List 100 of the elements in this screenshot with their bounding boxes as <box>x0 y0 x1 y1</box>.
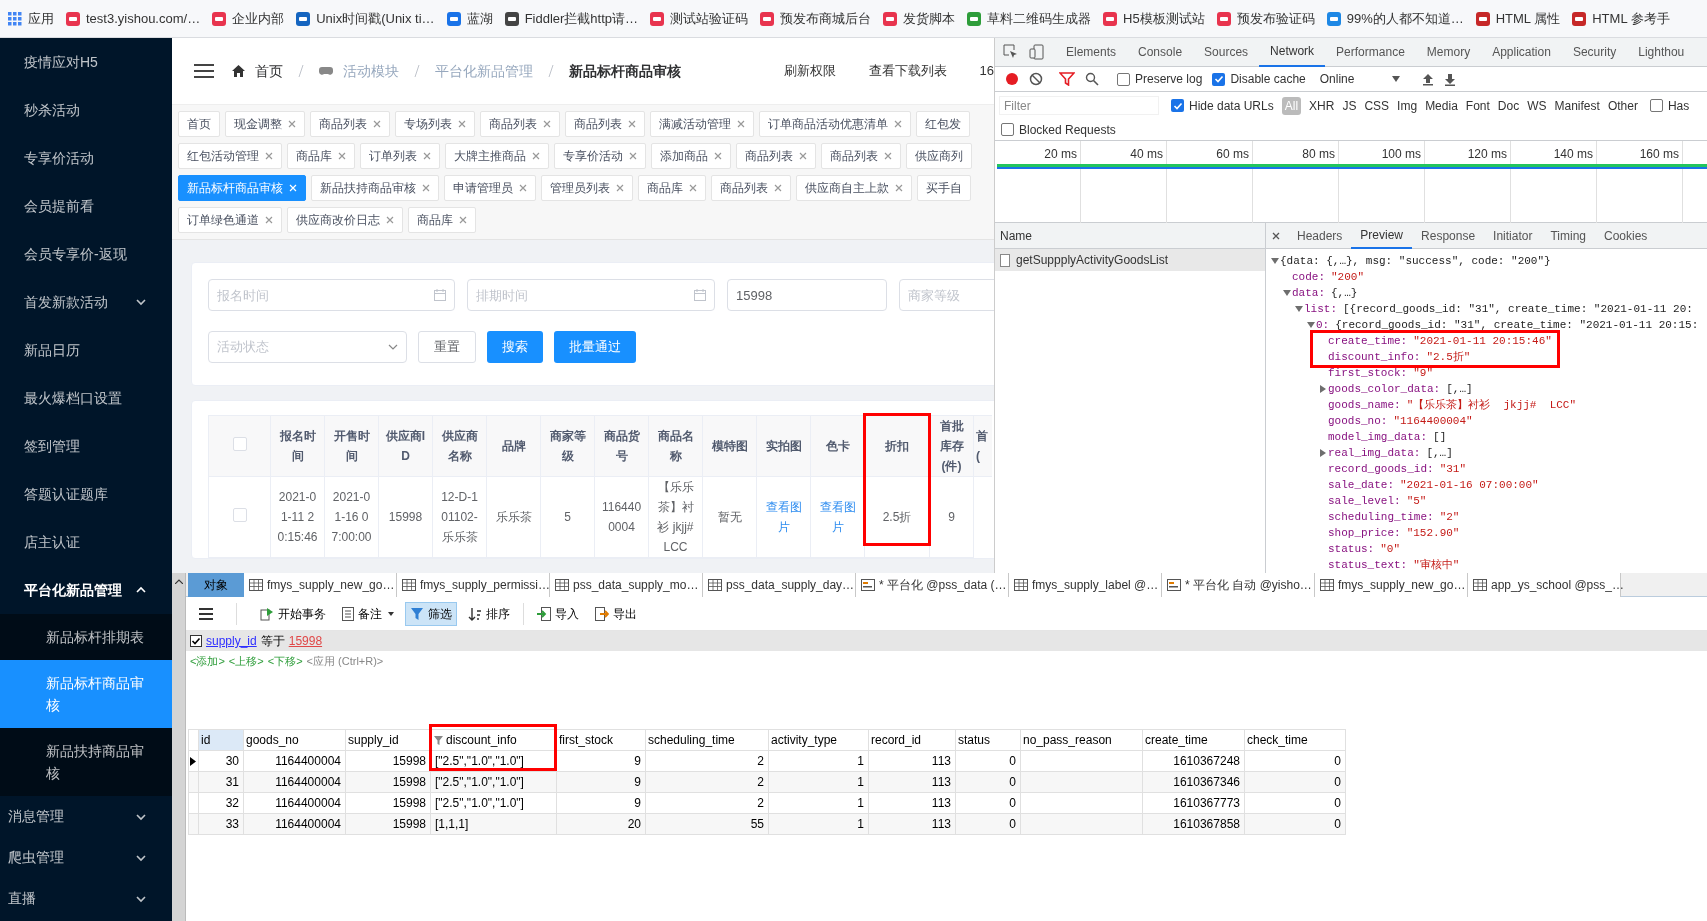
collapse-icon[interactable] <box>174 579 183 584</box>
detail-tab[interactable]: Headers <box>1288 222 1352 249</box>
page-tab[interactable]: 商品列表 <box>736 143 816 169</box>
editor-tab[interactable]: fmys_supply_permissi… <box>397 573 550 597</box>
page-tab[interactable]: 买手自 <box>917 175 971 201</box>
page-tab[interactable]: 商品库 <box>638 175 706 201</box>
page-tab[interactable]: 商品库 <box>287 143 355 169</box>
header-link[interactable]: 查看下载列表 <box>868 61 947 81</box>
page-tab[interactable]: 专享价活动 <box>554 143 646 169</box>
inspect-icon[interactable] <box>1003 44 1019 60</box>
close-icon[interactable] <box>1272 231 1280 240</box>
detail-tab[interactable]: Timing <box>1541 222 1595 249</box>
input-field[interactable]: 商家等级 <box>899 279 994 311</box>
editor-tab[interactable]: 对象 <box>188 573 244 597</box>
sidebar-item[interactable]: 直播 <box>0 878 172 919</box>
close-icon[interactable] <box>265 216 273 224</box>
disclosure-triangle-icon[interactable] <box>1318 448 1328 458</box>
action-link[interactable]: <添加> <box>190 652 225 670</box>
sidebar-item[interactable]: 签到管理 <box>0 422 172 470</box>
type-filter[interactable]: Doc <box>1497 96 1520 115</box>
action-link[interactable]: <上移> <box>228 652 264 670</box>
close-icon[interactable] <box>373 120 381 128</box>
close-icon[interactable] <box>737 120 745 128</box>
disclosure-triangle-icon[interactable] <box>1306 320 1316 330</box>
type-filter[interactable]: JS <box>1342 96 1357 115</box>
page-tab[interactable]: 商品库 <box>408 207 476 233</box>
panel-tab[interactable]: Elements <box>1055 38 1128 67</box>
submenu-item[interactable]: 新品扶持商品审核 <box>0 728 172 796</box>
disclosure-triangle-icon[interactable] <box>1294 304 1304 314</box>
page-tab[interactable]: 供应商改价日志 <box>287 207 403 233</box>
type-filter[interactable]: Other <box>1607 96 1638 115</box>
page-tab[interactable]: 现金调整 <box>225 111 305 137</box>
sidebar-item[interactable]: 秒杀活动 <box>0 86 172 134</box>
page-tab[interactable]: 专场列表 <box>395 111 475 137</box>
panel-tab[interactable]: Sources <box>1193 38 1260 67</box>
editor-tab[interactable]: * 平台化 @pss_data (… <box>856 573 1009 597</box>
sidebar-item[interactable]: 新品日历 <box>0 326 172 374</box>
type-filter[interactable]: Img <box>1397 96 1418 115</box>
disclosure-triangle-icon[interactable] <box>1270 256 1280 266</box>
page-tab[interactable]: 大牌主推商品 <box>445 143 549 169</box>
bookmark[interactable]: 草料二维码生成器 <box>961 4 1097 33</box>
checkbox[interactable] <box>1001 123 1014 136</box>
toolbar-button[interactable]: 导入 <box>532 601 584 626</box>
bookmark[interactable]: 99%的人都不知道… <box>1320 4 1469 33</box>
close-icon[interactable] <box>543 120 551 128</box>
panel-tab[interactable]: Security <box>1561 38 1628 67</box>
bookmark[interactable]: 测试站验证码 <box>644 4 754 33</box>
panel-tab[interactable]: Console <box>1127 38 1194 67</box>
bookmark[interactable]: HTML 参考手 <box>1566 4 1675 33</box>
input-field[interactable]: 15998 <box>727 279 887 311</box>
page-tab[interactable]: 商品列表 <box>711 175 791 201</box>
type-filter[interactable]: WS <box>1527 96 1547 115</box>
close-icon[interactable] <box>423 152 431 160</box>
bookmark[interactable]: H5模板测试站 <box>1097 4 1210 33</box>
field-link[interactable]: supply_id <box>206 632 257 650</box>
detail-tab[interactable]: Cookies <box>1595 222 1657 249</box>
close-icon[interactable] <box>265 152 273 160</box>
sidebar-item[interactable]: 消息管理 <box>0 796 172 837</box>
detail-tab[interactable]: Initiator <box>1484 222 1542 249</box>
bookmark[interactable]: 预发布验证码 <box>1210 4 1320 33</box>
action-link[interactable]: <应用 (Ctrl+R)> <box>306 652 384 670</box>
sidebar-item[interactable]: 专享价活动 <box>0 134 172 182</box>
page-tab[interactable]: 首页 <box>178 111 220 137</box>
page-tab[interactable]: 商品列表 <box>480 111 560 137</box>
date-field[interactable]: 排期时间 <box>467 279 715 311</box>
close-icon[interactable] <box>288 120 296 128</box>
bookmark[interactable]: HTML 属性 <box>1469 4 1566 33</box>
breadcrumb[interactable]: 首页 <box>255 60 283 82</box>
editor-tab[interactable]: pss_data_supply_mo… <box>550 573 703 597</box>
close-icon[interactable] <box>338 152 346 160</box>
close-icon[interactable] <box>689 184 697 192</box>
close-icon[interactable] <box>799 152 807 160</box>
page-tab[interactable]: 供应商列 <box>906 143 972 169</box>
page-tab[interactable]: 红包发 <box>916 111 970 137</box>
page-tab[interactable]: 红包活动管理 <box>178 143 282 169</box>
button[interactable]: 重置 <box>418 331 476 363</box>
page-tab[interactable]: 供应商自主上款 <box>796 175 912 201</box>
sidebar-item[interactable]: 首发新款活动 <box>0 278 172 326</box>
panel-tab[interactable]: Network <box>1259 38 1326 67</box>
record-icon[interactable] <box>1005 72 1019 86</box>
type-filter[interactable]: Manifest <box>1554 96 1600 115</box>
panel-tab[interactable]: Lighthou <box>1627 38 1696 67</box>
download-icon[interactable] <box>1443 72 1456 86</box>
page-tab[interactable]: 商品列表 <box>565 111 645 137</box>
page-tab[interactable]: 申请管理员 <box>444 175 536 201</box>
editor-tab[interactable]: fmys_supply_new_go… <box>244 573 397 597</box>
type-filter[interactable]: CSS <box>1364 96 1390 115</box>
menu-icon[interactable] <box>194 63 214 79</box>
sidebar-item[interactable]: 爬虫管理 <box>0 837 172 878</box>
detail-tab[interactable]: Response <box>1412 222 1485 249</box>
action-link[interactable]: <下移> <box>267 652 303 670</box>
device-icon[interactable] <box>1029 44 1045 60</box>
header-link[interactable]: 刷新权限 <box>783 61 836 81</box>
close-icon[interactable] <box>895 184 903 192</box>
date-field[interactable]: 报名时间 <box>208 279 455 311</box>
close-icon[interactable] <box>459 216 467 224</box>
close-icon[interactable] <box>519 184 527 192</box>
panel-tab[interactable]: Memory <box>1415 38 1482 67</box>
filter-icon[interactable] <box>1059 72 1075 86</box>
clear-icon[interactable] <box>1029 72 1043 86</box>
